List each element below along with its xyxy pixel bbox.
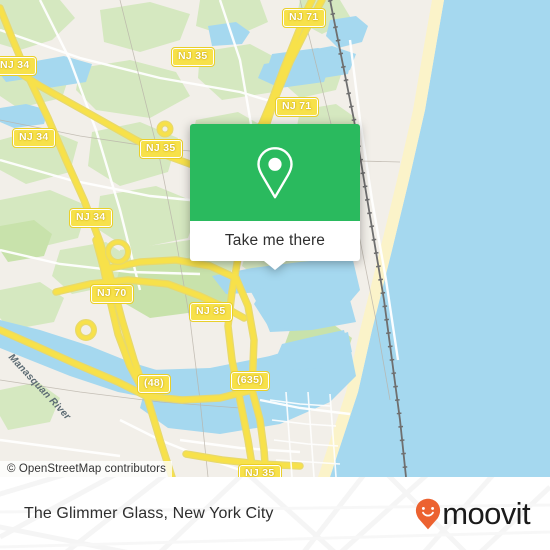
location-popup[interactable]: Take me there <box>190 124 360 270</box>
route-shield: (635) <box>229 371 271 391</box>
place-title: The Glimmer Glass, New York City <box>24 504 274 522</box>
moovit-logo[interactable]: moovit <box>415 495 531 531</box>
route-shield: NJ 71 <box>282 8 326 28</box>
moovit-wordmark: moovit <box>442 495 530 531</box>
route-shield: (48) <box>137 374 171 394</box>
moovit-smiley-pin-icon <box>416 498 441 529</box>
take-me-there-label: Take me there <box>224 232 326 249</box>
route-shield: NJ 35 <box>189 302 233 322</box>
map-pin-icon <box>257 146 293 198</box>
route-shield: NJ 34 <box>12 128 56 148</box>
route-shield: NJ 35 <box>139 139 183 159</box>
popup-image-area <box>190 124 360 221</box>
map-attribution[interactable]: © OpenStreetMap contributors <box>0 461 172 477</box>
popup-action-bar[interactable]: Take me there <box>190 221 360 270</box>
route-shield: NJ 34 <box>0 56 37 76</box>
footer-bar: The Glimmer Glass, New York City moovit <box>0 477 550 550</box>
route-shield: NJ 35 <box>238 464 282 477</box>
route-shield: NJ 70 <box>90 284 134 304</box>
route-shield: NJ 71 <box>275 97 319 117</box>
route-shield: NJ 35 <box>171 47 215 67</box>
screenshot-root: NJ 71 NJ 35 NJ 34 NJ 71 NJ 34 NJ 35 NJ 3… <box>0 0 550 550</box>
route-shield: NJ 34 <box>69 208 113 228</box>
popup-pointer <box>264 261 286 270</box>
